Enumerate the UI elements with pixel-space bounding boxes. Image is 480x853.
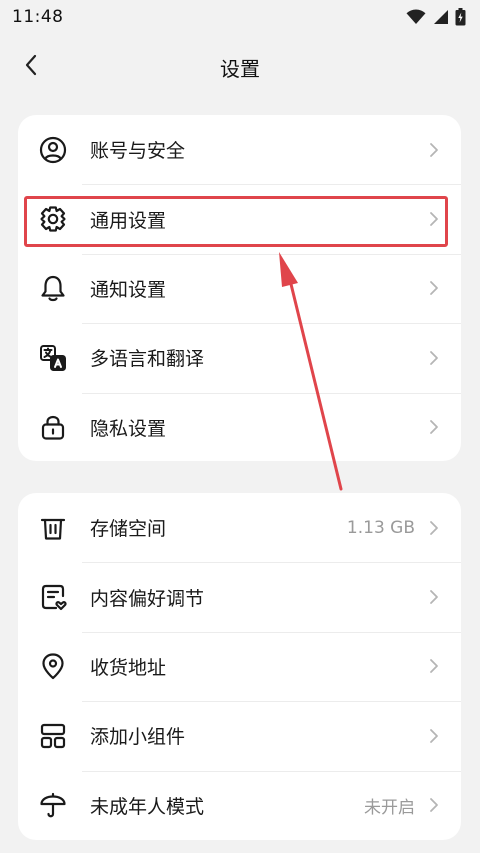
settings-item-language[interactable]: 多语言和翻译 — [18, 323, 461, 392]
settings-item-minor-mode[interactable]: 未成年人模式 未开启 — [18, 770, 461, 840]
status-time: 11:48 — [12, 7, 64, 27]
bell-icon — [38, 273, 68, 303]
storage-size-value: 1.13 GB — [346, 517, 415, 538]
settings-item-storage[interactable]: 存储空间 1.13 GB — [18, 493, 461, 562]
chevron-right-icon — [427, 140, 441, 160]
content-heart-icon — [38, 582, 68, 612]
page-title: 设置 — [220, 56, 260, 81]
header-bar: 设置 — [0, 44, 480, 90]
settings-item-label: 内容偏好调节 — [90, 587, 205, 610]
settings-item-shipping-address[interactable]: 收货地址 — [18, 631, 461, 701]
chevron-right-icon — [427, 417, 441, 437]
settings-item-widgets[interactable]: 添加小组件 — [18, 701, 461, 770]
chevron-right-icon — [427, 278, 441, 298]
settings-item-label: 存储空间 — [90, 518, 167, 541]
settings-item-privacy[interactable]: 隐私设置 — [18, 392, 461, 461]
chevron-right-icon — [427, 518, 441, 538]
translate-icon — [38, 343, 68, 373]
settings-item-label: 添加小组件 — [90, 726, 186, 749]
battery-icon — [455, 8, 466, 26]
settings-item-label: 通用设置 — [90, 209, 167, 232]
settings-item-label: 通知设置 — [90, 278, 167, 301]
settings-group-general: 存储空间 1.13 GB 内容偏好调节 收货地址 添加小组件 未成年人模式 未开… — [18, 493, 461, 840]
chevron-right-icon — [427, 587, 441, 607]
settings-item-general[interactable]: 通用设置 — [18, 184, 461, 253]
settings-item-label: 收货地址 — [90, 656, 167, 679]
wifi-icon — [406, 9, 426, 25]
settings-item-label: 账号与安全 — [90, 140, 186, 163]
lock-icon — [38, 412, 68, 442]
settings-item-label: 隐私设置 — [90, 417, 167, 440]
settings-item-content-preferences[interactable]: 内容偏好调节 — [18, 562, 461, 631]
trash-icon — [38, 513, 68, 543]
gear-icon — [38, 204, 68, 234]
settings-item-label: 多语言和翻译 — [90, 348, 205, 371]
chevron-right-icon — [427, 348, 441, 368]
settings-item-account-security[interactable]: 账号与安全 — [18, 115, 461, 184]
status-icons — [406, 8, 466, 26]
location-pin-icon — [38, 651, 68, 681]
status-bar: 11:48 — [0, 0, 480, 34]
back-button[interactable] — [16, 52, 46, 82]
signal-icon — [432, 9, 449, 25]
chevron-right-icon — [427, 726, 441, 746]
settings-item-notifications[interactable]: 通知设置 — [18, 253, 461, 323]
chevron-right-icon — [427, 656, 441, 676]
umbrella-icon — [38, 790, 68, 820]
minor-mode-status: 未开启 — [364, 797, 415, 818]
settings-item-label: 未成年人模式 — [90, 795, 205, 818]
settings-group-account: 账号与安全 通用设置 通知设置 多语言和翻译 隐私设置 — [18, 115, 461, 461]
chevron-right-icon — [427, 209, 441, 229]
user-circle-icon — [38, 135, 68, 165]
widgets-icon — [38, 721, 68, 751]
chevron-right-icon — [427, 795, 441, 815]
settings-screen: 11:48 设置 账号与安全 通用设置 通知设置 多语言和翻译 隐私设置 存储空… — [0, 0, 480, 853]
chevron-left-icon — [24, 54, 38, 80]
